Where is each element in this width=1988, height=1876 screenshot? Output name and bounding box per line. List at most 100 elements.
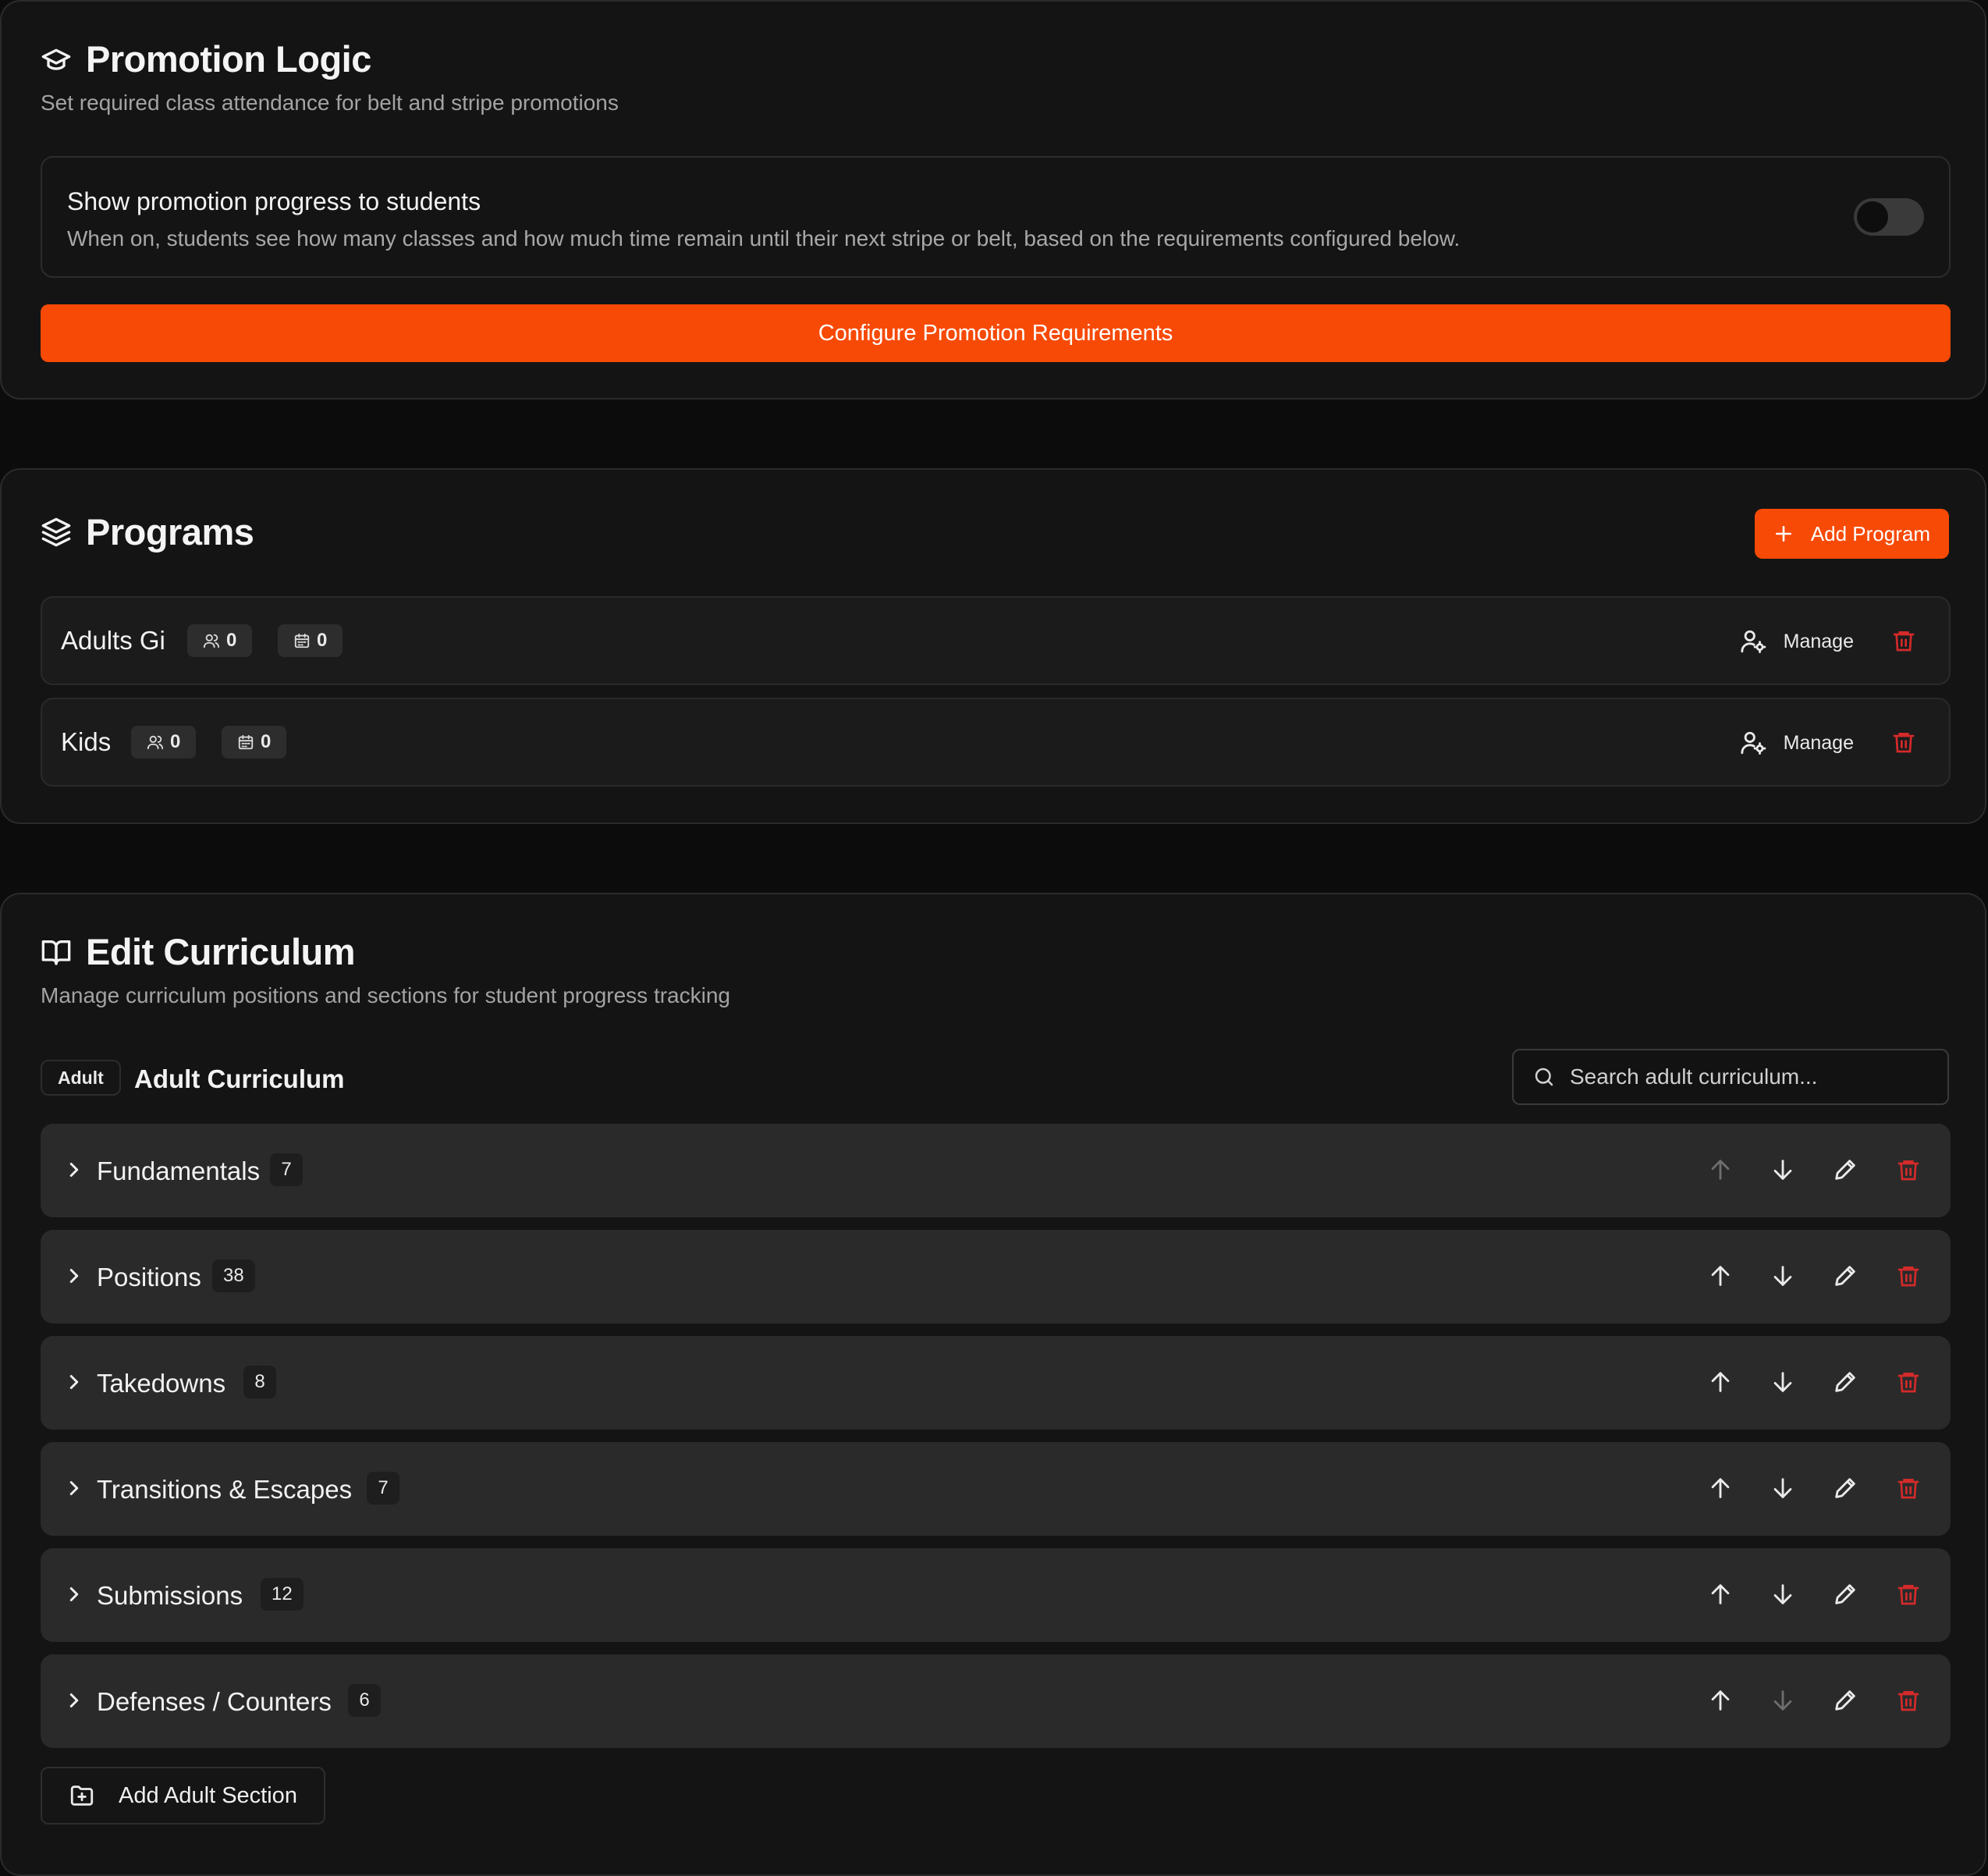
programs-card: Programs Add Program Adults Gi 0 0 Manag…: [0, 468, 1986, 824]
move-down-button[interactable]: [1770, 1369, 1796, 1399]
delete-program-button[interactable]: [1891, 729, 1916, 755]
book-open-icon: [41, 936, 72, 968]
manage-program-button[interactable]: Manage: [1740, 723, 1854, 763]
configure-promotion-button[interactable]: Configure Promotion Requirements: [41, 304, 1951, 362]
schedule-count: 0: [317, 630, 328, 651]
edit-section-button[interactable]: [1832, 1581, 1858, 1611]
delete-program-button[interactable]: [1891, 627, 1916, 654]
section-name: Submissions: [97, 1581, 243, 1610]
section-count-badge: 6: [348, 1684, 381, 1717]
members-count-pill: 0: [131, 726, 197, 759]
section-row[interactable]: Defenses / Counters 6: [41, 1654, 1951, 1748]
programs-title: Programs: [86, 511, 254, 552]
delete-section-button[interactable]: [1896, 1369, 1921, 1399]
section-row[interactable]: Transitions & Escapes 7: [41, 1442, 1951, 1536]
move-down-button[interactable]: [1770, 1475, 1796, 1505]
section-row[interactable]: Fundamentals 7: [41, 1124, 1951, 1217]
members-count: 0: [226, 630, 237, 651]
user-cog-icon: [1740, 628, 1766, 655]
add-adult-section-button[interactable]: Add Adult Section: [41, 1767, 325, 1824]
delete-section-button[interactable]: [1896, 1581, 1921, 1611]
section-count-badge: 7: [367, 1472, 399, 1505]
move-up-button[interactable]: [1707, 1475, 1734, 1505]
show-progress-setting: Show promotion progress to students When…: [41, 156, 1951, 278]
move-down-button[interactable]: [1770, 1157, 1796, 1187]
move-up-button[interactable]: [1707, 1157, 1734, 1187]
schedule-count-pill: 0: [222, 726, 287, 759]
section-name: Defenses / Counters: [97, 1687, 332, 1716]
move-down-button[interactable]: [1770, 1687, 1796, 1718]
chevron-right-icon[interactable]: [62, 1689, 86, 1716]
plus-icon: [1773, 524, 1794, 544]
section-name: Fundamentals: [97, 1157, 261, 1185]
delete-section-button[interactable]: [1896, 1157, 1921, 1187]
section-name: Positions: [97, 1263, 201, 1292]
setting-title: Show promotion progress to students: [67, 187, 481, 215]
delete-section-button[interactable]: [1896, 1475, 1921, 1505]
user-cog-icon: [1740, 730, 1766, 756]
chevron-right-icon[interactable]: [62, 1476, 86, 1504]
users-icon: [147, 734, 164, 751]
move-up-button[interactable]: [1707, 1263, 1734, 1293]
add-program-button[interactable]: Add Program: [1754, 509, 1949, 559]
edit-section-button[interactable]: [1832, 1263, 1858, 1293]
setting-description: When on, students see how many classes a…: [67, 226, 1461, 250]
section-row[interactable]: Takedowns 8: [41, 1336, 1951, 1430]
add-program-label: Add Program: [1810, 521, 1930, 545]
calendar-icon: [293, 632, 311, 649]
edit-curriculum-heading: Edit Curriculum: [41, 930, 356, 973]
users-icon: [203, 632, 220, 649]
promotion-logic-card: Promotion Logic Set required class atten…: [0, 0, 1986, 400]
section-row[interactable]: Positions 38: [41, 1230, 1951, 1324]
layers-icon: [41, 517, 72, 548]
manage-label: Manage: [1783, 731, 1854, 754]
delete-section-button[interactable]: [1896, 1263, 1921, 1293]
move-down-button[interactable]: [1770, 1263, 1796, 1293]
edit-section-button[interactable]: [1832, 1687, 1858, 1718]
move-down-button[interactable]: [1770, 1581, 1796, 1611]
folder-plus-icon: [69, 1782, 95, 1809]
members-count: 0: [170, 731, 181, 752]
program-row: Adults Gi 0 0 Manage: [41, 596, 1951, 685]
section-count-badge: 12: [261, 1578, 304, 1611]
section-row[interactable]: Submissions 12: [41, 1548, 1951, 1642]
section-name: Transitions & Escapes: [97, 1475, 353, 1504]
section-count-badge: 7: [270, 1153, 303, 1186]
members-count-pill: 0: [187, 624, 253, 657]
manage-program-button[interactable]: Manage: [1740, 621, 1854, 662]
program-row: Kids 0 0 Manage: [41, 698, 1951, 787]
curriculum-label: Adult Curriculum: [134, 1064, 345, 1093]
calendar-icon: [237, 734, 254, 751]
graduation-cap-icon: [41, 44, 72, 75]
search-input[interactable]: [1570, 1064, 1929, 1089]
programs-heading: Programs: [41, 510, 254, 553]
search-icon: [1532, 1065, 1556, 1089]
promotion-logic-subtitle: Set required class attendance for belt a…: [41, 91, 619, 115]
move-up-button[interactable]: [1707, 1687, 1734, 1718]
section-count-badge: 38: [212, 1260, 255, 1292]
promotion-logic-heading: Promotion Logic: [41, 37, 371, 80]
search-curriculum-box: [1512, 1049, 1949, 1105]
move-up-button[interactable]: [1707, 1369, 1734, 1399]
edit-curriculum-card: Edit Curriculum Manage curriculum positi…: [0, 893, 1986, 1876]
edit-curriculum-subtitle: Manage curriculum positions and sections…: [41, 983, 730, 1007]
edit-section-button[interactable]: [1832, 1157, 1858, 1187]
manage-label: Manage: [1783, 630, 1854, 652]
section-name: Takedowns: [97, 1369, 226, 1398]
move-up-button[interactable]: [1707, 1581, 1734, 1611]
adult-badge: Adult: [41, 1060, 121, 1096]
show-progress-toggle[interactable]: [1854, 198, 1924, 236]
add-section-label: Add Adult Section: [119, 1782, 297, 1808]
program-name: Kids: [61, 727, 112, 756]
chevron-right-icon[interactable]: [62, 1583, 86, 1610]
chevron-right-icon[interactable]: [62, 1370, 86, 1398]
section-count-badge: 8: [243, 1366, 276, 1398]
toggle-knob: [1857, 201, 1888, 233]
edit-section-button[interactable]: [1832, 1475, 1858, 1505]
edit-section-button[interactable]: [1832, 1369, 1858, 1399]
schedule-count: 0: [261, 731, 272, 752]
chevron-right-icon[interactable]: [62, 1264, 86, 1292]
edit-curriculum-title: Edit Curriculum: [86, 931, 356, 972]
chevron-right-icon[interactable]: [62, 1158, 86, 1185]
delete-section-button[interactable]: [1896, 1687, 1921, 1718]
